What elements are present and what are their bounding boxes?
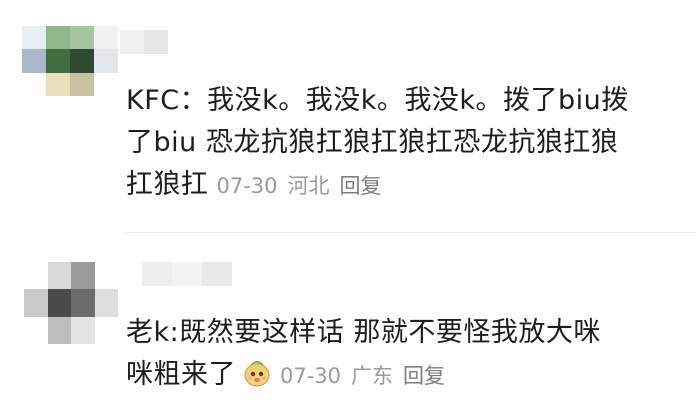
comment-date: 07-30 <box>280 364 342 388</box>
comment-meta: 07-30 广东 回复 <box>280 364 455 388</box>
comment-location: 河北 <box>287 174 330 198</box>
reply-button[interactable]: 回复 <box>340 174 382 198</box>
comment-text-line: 了biu 恐龙抗狼扛狼扛狼扛恐龙抗狼扛狼 <box>126 127 619 158</box>
username-mosaic[interactable] <box>142 262 232 286</box>
divider <box>124 232 696 233</box>
cute-face-emoji-icon <box>244 361 270 387</box>
comment-text-fragment: 咪粗来了 <box>126 359 236 390</box>
username-mosaic[interactable] <box>120 30 168 54</box>
comment-text-line: 咪粗来了 07-30 广东 回复 <box>126 354 686 397</box>
comment-text-line: 扛狼扛 07-30 河北 回复 <box>126 164 686 207</box>
comment-date: 07-30 <box>216 174 278 198</box>
comment-meta: 07-30 河北 回复 <box>217 174 392 198</box>
avatar[interactable] <box>24 262 118 344</box>
comment-text-line: 老k:既然要这样话 那就不要怪我放大咪 <box>126 317 601 348</box>
comment-text-fragment: 扛狼扛 <box>126 169 209 200</box>
comment-location: 广东 <box>351 364 394 388</box>
reply-button[interactable]: 回复 <box>403 364 445 388</box>
comment-text: KFC：我没k。我没k。我没k。拨了biu拨 了biu 恐龙抗狼扛狼扛狼扛恐龙抗… <box>126 80 686 207</box>
comment-text: 老k:既然要这样话 那就不要怪我放大咪 咪粗来了 07-30 广东 回复 <box>126 312 686 397</box>
avatar[interactable] <box>22 26 118 96</box>
comment-text-line: KFC：我没k。我没k。我没k。拨了biu拨 <box>126 85 629 116</box>
